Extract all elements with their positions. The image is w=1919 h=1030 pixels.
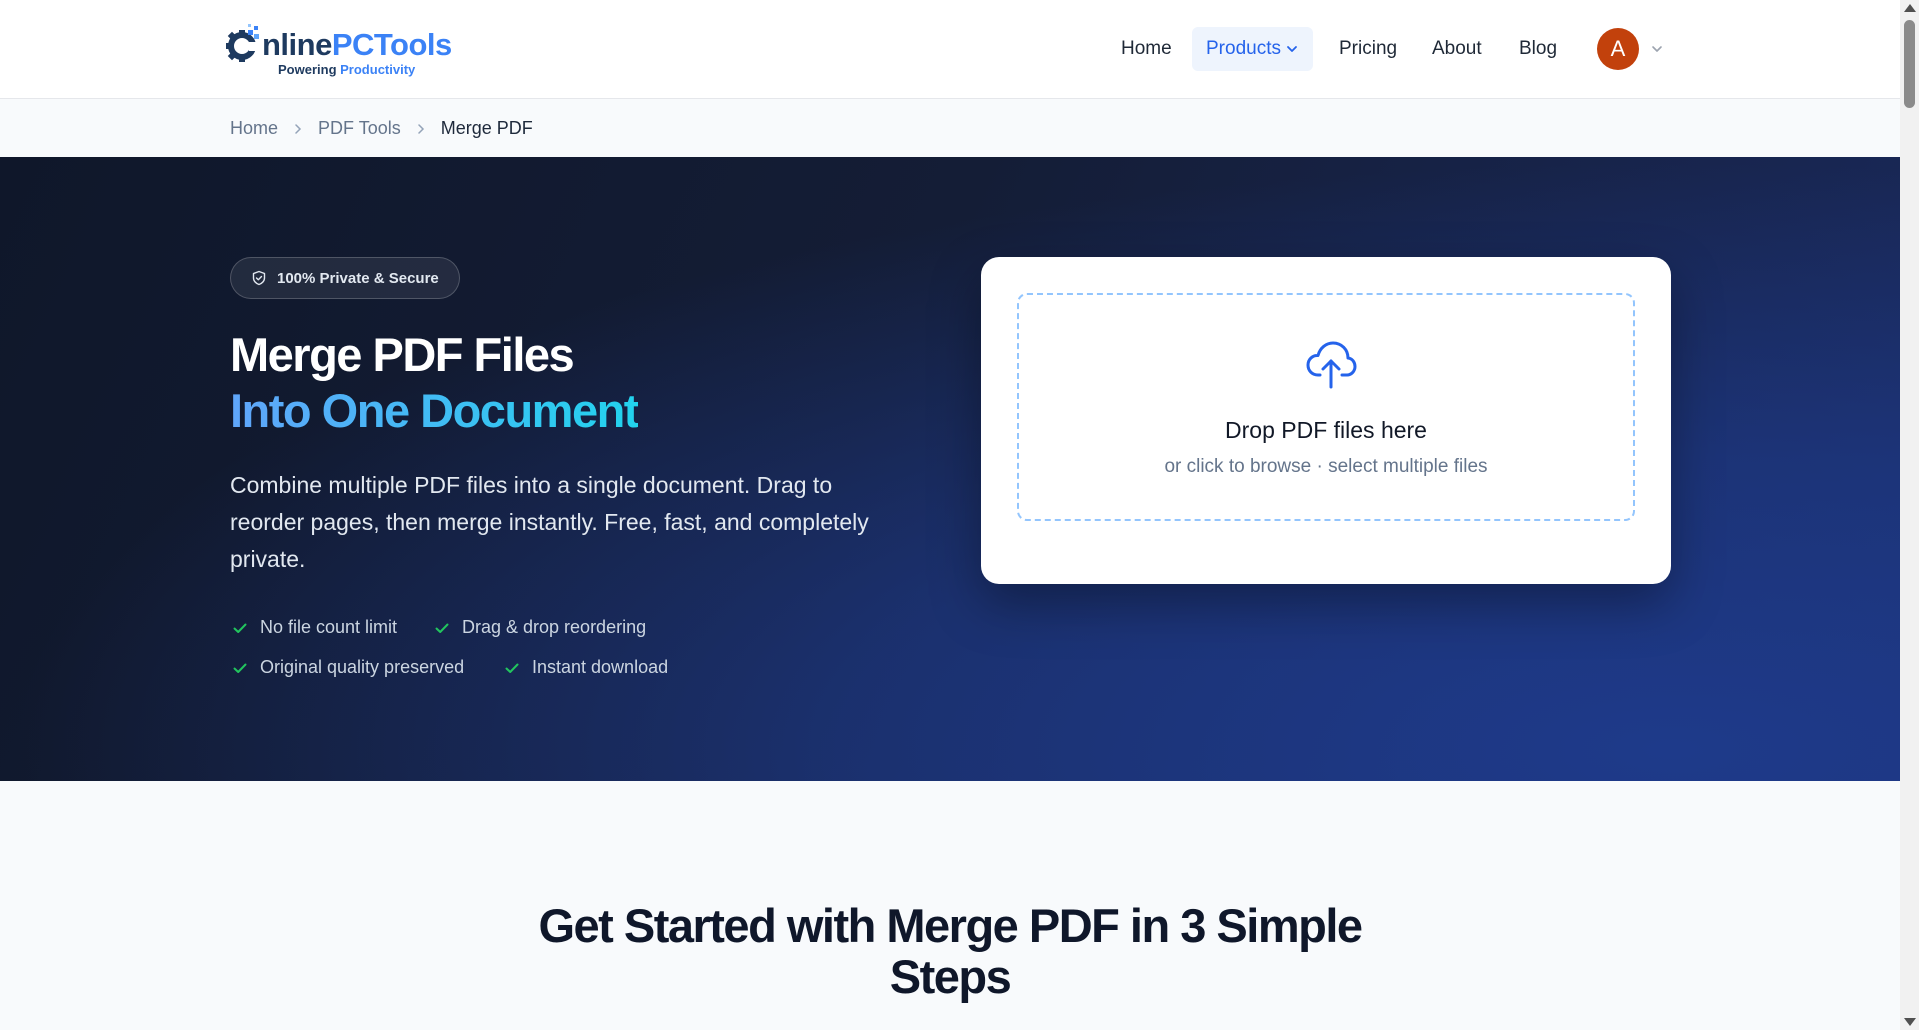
- logo-wordmark: nlinePCTools: [226, 24, 452, 64]
- nav-pricing[interactable]: Pricing: [1339, 27, 1397, 71]
- nav-blog[interactable]: Blog: [1519, 27, 1557, 71]
- nav-about[interactable]: About: [1432, 27, 1482, 71]
- account-menu-chevron-icon[interactable]: [1650, 42, 1664, 56]
- logo-text-accent: PCTools: [331, 26, 452, 62]
- check-icon: [505, 663, 519, 673]
- dropzone-subtitle: or click to browse · select multiple fil…: [1164, 456, 1488, 477]
- steps-section-title: Get Started with Merge PDF in 3 Simple S…: [538, 899, 1363, 1003]
- cloud-upload-icon: [1306, 341, 1357, 389]
- privacy-badge: 100% Private & Secure: [230, 257, 460, 299]
- logo-text-prefix: nline: [262, 26, 332, 62]
- upload-card: Drop PDF files here or click to browse ·…: [981, 257, 1671, 584]
- scrollbar-thumb[interactable]: [1904, 20, 1915, 108]
- hero-section: 100% Private & Secure Merge PDF Files In…: [0, 157, 1900, 781]
- nav-products-label: Products: [1206, 38, 1281, 59]
- chevron-right-icon: [417, 123, 424, 134]
- feature-label: Instant download: [532, 657, 669, 677]
- nav-home[interactable]: Home: [1121, 27, 1172, 71]
- feature-item: Drag & drop reordering: [434, 617, 646, 638]
- feature-item: Original quality preserved: [232, 657, 464, 678]
- chevron-right-icon: [295, 123, 302, 134]
- scroll-up-arrow-icon[interactable]: [1904, 4, 1916, 12]
- dropzone-title: Drop PDF files here: [1225, 417, 1427, 443]
- page-title: Merge PDF Files Into One Document: [230, 327, 639, 439]
- title-line-2: Into One Document: [230, 384, 639, 437]
- shield-icon: [252, 270, 266, 286]
- tagline-accent: Productivity: [340, 62, 416, 77]
- chevron-down-icon: [1287, 46, 1297, 52]
- title-line-1: Merge PDF Files: [230, 328, 575, 381]
- check-icon: [233, 663, 247, 673]
- site-logo[interactable]: nlinePCTools Powering Productivity: [226, 18, 466, 82]
- hero-description: Combine multiple PDF files into a single…: [230, 472, 869, 572]
- breadcrumb-home[interactable]: Home: [230, 118, 278, 139]
- file-dropzone[interactable]: Drop PDF files here or click to browse ·…: [1017, 293, 1635, 521]
- check-icon: [435, 623, 449, 633]
- tagline-prefix: Powering: [278, 62, 337, 77]
- nav-products[interactable]: Products: [1192, 27, 1313, 71]
- scroll-down-arrow-icon[interactable]: [1904, 1018, 1916, 1026]
- breadcrumb: Home PDF Tools Merge PDF: [0, 100, 1900, 157]
- feature-label: No file count limit: [260, 617, 398, 637]
- site-header: nlinePCTools Powering Productivity Home …: [0, 0, 1900, 99]
- feature-item: Instant download: [504, 657, 668, 678]
- gear-icon: [226, 24, 259, 62]
- user-avatar[interactable]: A: [1597, 28, 1639, 70]
- breadcrumb-current: Merge PDF: [440, 118, 533, 138]
- feature-label: Original quality preserved: [260, 657, 465, 677]
- privacy-badge-label: 100% Private & Secure: [277, 269, 439, 287]
- check-icon: [233, 623, 247, 633]
- feature-item: No file count limit: [232, 617, 397, 638]
- logo-tagline: Powering Productivity: [278, 62, 415, 77]
- feature-label: Drag & drop reordering: [462, 617, 647, 637]
- logo-text: nlinePCTools: [262, 29, 452, 60]
- breadcrumb-pdf-tools[interactable]: PDF Tools: [318, 118, 401, 139]
- page-scrollbar[interactable]: [1900, 0, 1919, 1030]
